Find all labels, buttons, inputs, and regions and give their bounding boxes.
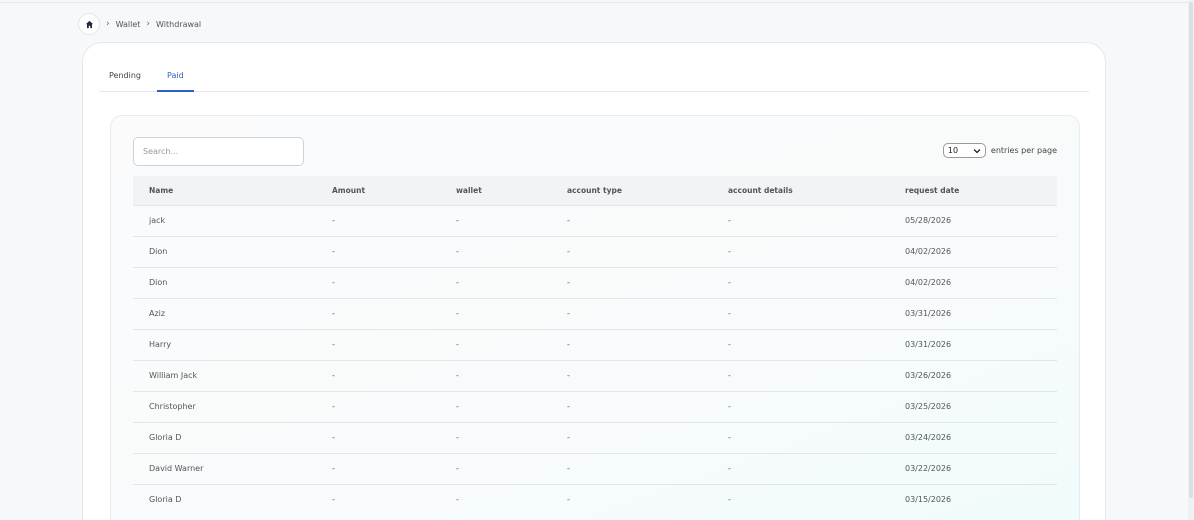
cell-account-type: - xyxy=(567,340,570,349)
cell-account-details: - xyxy=(728,278,731,287)
cell-account-details: - xyxy=(728,216,731,225)
cell-account-details: - xyxy=(728,247,731,256)
search-input[interactable] xyxy=(133,137,304,166)
cell-name: jack xyxy=(149,216,166,225)
cell-amount: - xyxy=(332,340,335,349)
cell-wallet: - xyxy=(456,340,459,349)
tab-bar: Pending Paid xyxy=(99,65,1089,92)
cell-request-date: 03/15/2026 xyxy=(905,495,952,505)
cell-wallet: - xyxy=(456,371,459,380)
cell-name: Dion xyxy=(149,278,168,287)
column-header-account-type[interactable]: account type xyxy=(551,176,712,205)
cell-request-date: 03/24/2026 xyxy=(905,433,952,442)
home-icon xyxy=(85,20,93,28)
cell-request-date: 05/28/2026 xyxy=(905,216,952,225)
table-row: Aziz - - - - 03/31/2026 xyxy=(133,298,1057,329)
cell-account-type: - xyxy=(567,464,570,473)
table-row: William Jack - - - - 03/26/2026 xyxy=(133,360,1057,391)
top-divider xyxy=(0,2,1194,3)
cell-account-type: - xyxy=(567,278,570,287)
cell-account-details: - xyxy=(728,464,731,473)
breadcrumb-withdrawal: Withdrawal xyxy=(156,19,202,29)
cell-account-details: - xyxy=(728,340,731,349)
column-header-account-details[interactable]: account details xyxy=(712,176,889,205)
cell-amount: - xyxy=(332,216,335,225)
table-row: David Warner - - - - 03/22/2026 xyxy=(133,453,1057,484)
scrollbar[interactable] xyxy=(1188,0,1194,520)
cell-amount: - xyxy=(332,278,335,287)
cell-amount: - xyxy=(332,371,335,380)
scrollbar-thumb[interactable] xyxy=(1189,2,1193,498)
cell-request-date: 04/02/2026 xyxy=(905,247,952,256)
cell-request-date: 03/22/2026 xyxy=(905,464,952,473)
cell-request-date: 03/31/2026 xyxy=(905,340,952,349)
table-row: Harry - - - - 03/31/2026 xyxy=(133,329,1057,360)
cell-wallet: - xyxy=(456,309,459,318)
cell-name: David Warner xyxy=(149,464,204,473)
home-button[interactable] xyxy=(78,13,100,35)
cell-request-date: 03/26/2026 xyxy=(905,371,952,380)
table-header-row: Name Amount wallet account type account … xyxy=(133,176,1057,205)
cell-wallet: - xyxy=(456,278,459,287)
cell-name: Gloria D xyxy=(149,495,182,505)
cell-amount: - xyxy=(332,464,335,473)
entries-value: 10 xyxy=(947,146,959,155)
cell-account-type: - xyxy=(567,216,570,225)
withdrawal-card: Pending Paid 10 entries per page Name Am… xyxy=(82,42,1106,520)
cell-name: Dion xyxy=(149,247,168,256)
cell-wallet: - xyxy=(456,247,459,256)
cell-amount: - xyxy=(332,309,335,318)
cell-name: Gloria D xyxy=(149,433,182,442)
cell-name: Christopher xyxy=(149,402,196,411)
column-header-name[interactable]: Name xyxy=(133,176,316,205)
table-row: Gloria D - - - - 03/15/2026 xyxy=(133,484,1057,515)
breadcrumb-wallet-link[interactable]: Wallet xyxy=(116,20,141,29)
cell-wallet: - xyxy=(456,464,459,473)
cell-amount: - xyxy=(332,402,335,411)
cell-amount: - xyxy=(332,247,335,256)
chevron-down-icon xyxy=(973,148,981,153)
tab-pending[interactable]: Pending xyxy=(99,65,151,92)
column-header-amount[interactable]: Amount xyxy=(316,176,440,205)
cell-name: Aziz xyxy=(149,309,166,318)
cell-account-type: - xyxy=(567,402,570,411)
cell-wallet: - xyxy=(456,433,459,442)
cell-name: William Jack xyxy=(149,371,198,380)
cell-account-details: - xyxy=(728,309,731,318)
cell-account-type: - xyxy=(567,433,570,442)
cell-account-details: - xyxy=(728,495,731,505)
cell-wallet: - xyxy=(456,402,459,411)
breadcrumb: › Wallet › Withdrawal xyxy=(78,13,201,35)
entries-per-page-select[interactable]: 10 xyxy=(942,143,986,158)
table-row: Christopher - - - - 03/25/2026 xyxy=(133,391,1057,422)
table-row: jack - - - - 05/28/2026 xyxy=(133,205,1057,236)
chevron-right-icon: › xyxy=(146,19,151,29)
cell-account-type: - xyxy=(567,495,570,505)
entries-control: 10 entries per page xyxy=(942,143,1057,158)
cell-account-details: - xyxy=(728,371,731,380)
cell-request-date: 04/02/2026 xyxy=(905,278,952,287)
cell-account-type: - xyxy=(567,309,570,318)
table-row: Dion - - - - 04/02/2026 xyxy=(133,236,1057,267)
column-header-wallet[interactable]: wallet xyxy=(440,176,551,205)
cell-account-type: - xyxy=(567,247,570,256)
chevron-right-icon: › xyxy=(106,19,110,29)
column-header-request-date[interactable]: request date xyxy=(889,176,1057,205)
cell-amount: - xyxy=(332,433,335,442)
table-panel: 10 entries per page Name Amount wallet a… xyxy=(110,115,1080,520)
table-row: Dion - - - - 04/02/2026 xyxy=(133,267,1057,298)
cell-account-type: - xyxy=(567,371,570,380)
entries-label: entries per page xyxy=(990,146,1057,155)
cell-account-details: - xyxy=(728,402,731,411)
withdrawal-table: Name Amount wallet account type account … xyxy=(133,176,1057,515)
cell-wallet: - xyxy=(456,495,459,505)
cell-wallet: - xyxy=(456,216,459,225)
cell-request-date: 03/31/2026 xyxy=(905,309,952,318)
tab-paid[interactable]: Paid xyxy=(156,65,194,92)
table-row: Gloria D - - - - 03/24/2026 xyxy=(133,422,1057,453)
cell-name: Harry xyxy=(149,340,172,349)
cell-amount: - xyxy=(332,495,335,505)
cell-request-date: 03/25/2026 xyxy=(905,402,952,411)
cell-account-details: - xyxy=(728,433,731,442)
